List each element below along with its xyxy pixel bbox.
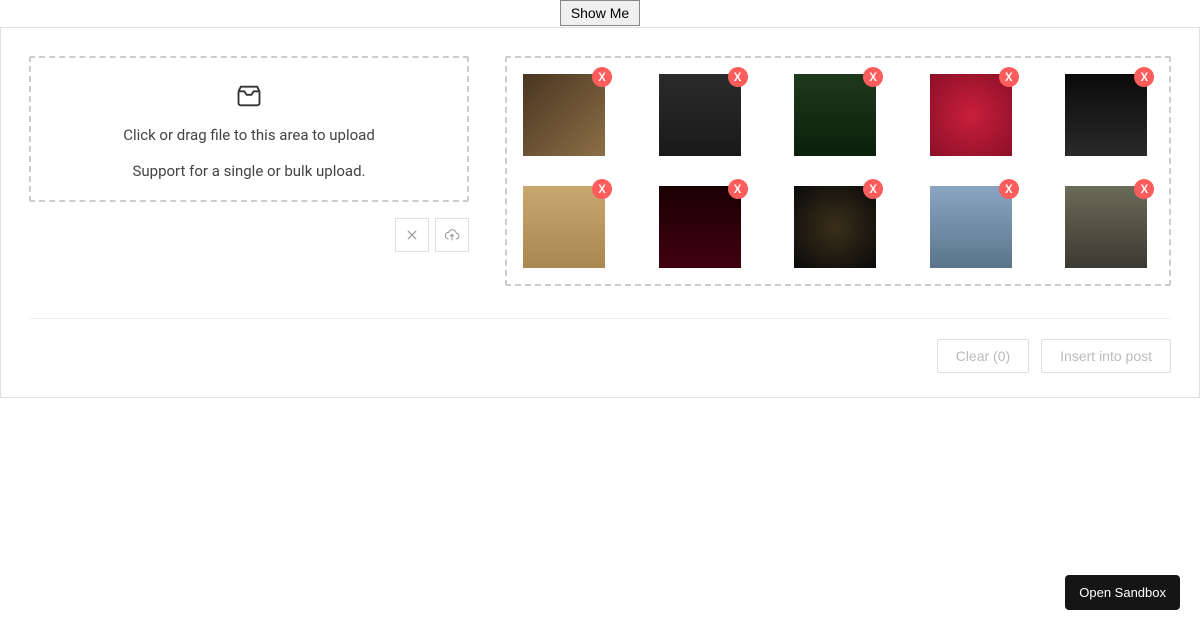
thumb-wolf[interactable]: X xyxy=(1065,186,1147,268)
upload-button[interactable] xyxy=(435,218,469,252)
thumb-eiffel-tower[interactable]: X xyxy=(523,74,605,156)
dropzone-title: Click or drag file to this area to uploa… xyxy=(43,126,455,144)
thumb-image xyxy=(659,74,741,156)
thumb-image xyxy=(930,74,1012,156)
close-icon xyxy=(405,228,419,242)
remove-thumb-button[interactable]: X xyxy=(999,179,1019,199)
upload-actions xyxy=(29,218,469,252)
remove-thumb-button[interactable]: X xyxy=(863,179,883,199)
insert-into-post-button[interactable]: Insert into post xyxy=(1041,339,1171,373)
open-sandbox-button[interactable]: Open Sandbox xyxy=(1065,575,1180,610)
thumb-city-skyline[interactable]: X xyxy=(930,186,1012,268)
thumb-image xyxy=(1065,74,1147,156)
remove-thumb-button[interactable]: X xyxy=(728,179,748,199)
panels: Click or drag file to this area to uploa… xyxy=(29,56,1171,286)
dropzone-subtitle: Support for a single or bulk upload. xyxy=(43,162,455,180)
thumb-image xyxy=(794,74,876,156)
left-panel: Click or drag file to this area to uploa… xyxy=(29,56,469,286)
remove-thumb-button[interactable]: X xyxy=(728,67,748,87)
remove-thumb-button[interactable]: X xyxy=(1134,67,1154,87)
thumb-clothespins[interactable]: X xyxy=(523,186,605,268)
upload-modal: Click or drag file to this area to uploa… xyxy=(0,27,1200,398)
thumb-image xyxy=(659,186,741,268)
clear-upload-button[interactable] xyxy=(395,218,429,252)
remove-thumb-button[interactable]: X xyxy=(863,67,883,87)
remove-thumb-button[interactable]: X xyxy=(592,179,612,199)
remove-thumb-button[interactable]: X xyxy=(999,67,1019,87)
gallery-dropzone[interactable]: XXXXXXXXXX xyxy=(505,56,1171,286)
thumb-bokeh-lights[interactable]: X xyxy=(794,186,876,268)
remove-thumb-button[interactable]: X xyxy=(592,67,612,87)
divider xyxy=(29,318,1171,319)
thumb-image xyxy=(523,186,605,268)
thumb-red-velvet[interactable]: X xyxy=(659,186,741,268)
thumb-image xyxy=(794,186,876,268)
right-panel: XXXXXXXXXX xyxy=(505,56,1171,286)
inbox-icon xyxy=(235,82,263,110)
thumb-strawberries[interactable]: X xyxy=(930,74,1012,156)
thumb-image xyxy=(1065,186,1147,268)
clear-button[interactable]: Clear (0) xyxy=(937,339,1029,373)
thumb-waterfall[interactable]: X xyxy=(794,74,876,156)
cloud-upload-icon xyxy=(444,227,460,243)
thumb-diver-dark[interactable]: X xyxy=(1065,74,1147,156)
gallery-grid: XXXXXXXXXX xyxy=(523,74,1153,268)
footer-actions: Clear (0) Insert into post xyxy=(29,339,1171,373)
dropzone[interactable]: Click or drag file to this area to uploa… xyxy=(29,56,469,202)
show-me-button[interactable]: Show Me xyxy=(560,0,640,26)
thumb-image xyxy=(930,186,1012,268)
remove-thumb-button[interactable]: X xyxy=(1134,179,1154,199)
thumb-image xyxy=(523,74,605,156)
thumb-food-truck[interactable]: X xyxy=(659,74,741,156)
